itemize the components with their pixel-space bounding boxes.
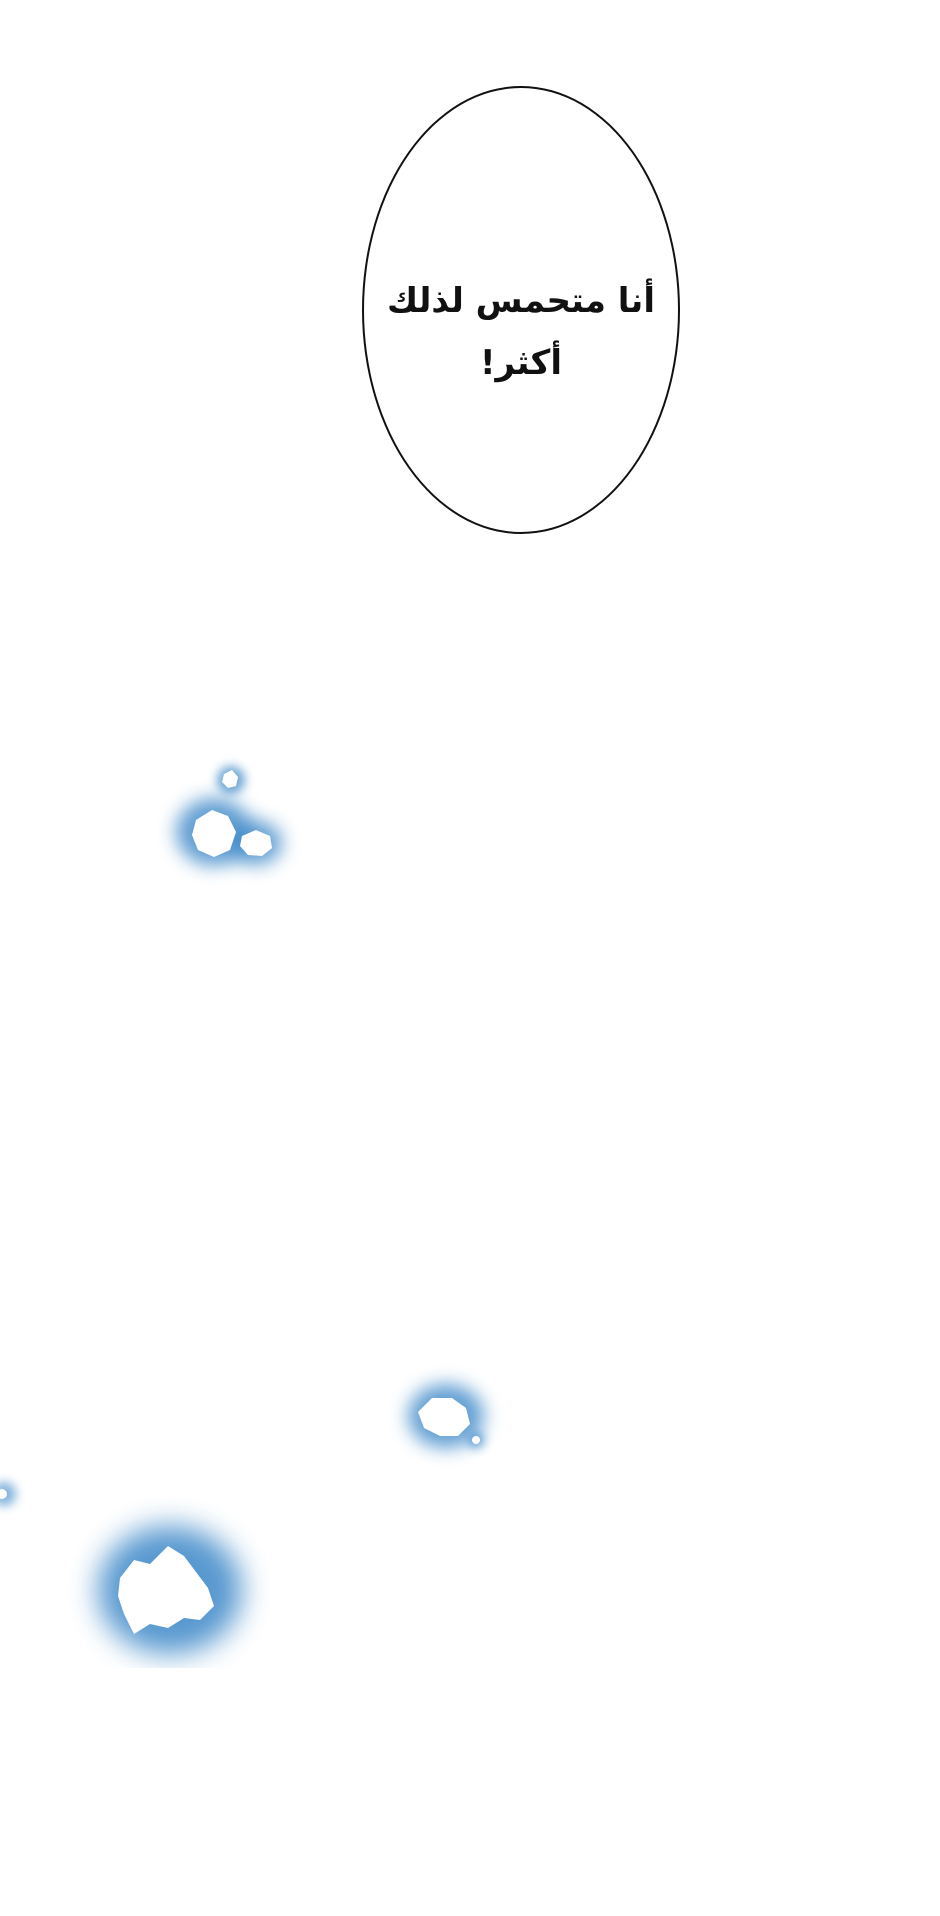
snowflake-cluster-3 (98, 1526, 242, 1654)
speech-line-2: أكثر! (480, 343, 562, 383)
speech-bubble-text: أنا متحمس لذلك أكثر! (380, 270, 662, 394)
snowflake-edge (0, 1482, 16, 1506)
speech-line-1: أنا متحمس لذلك (387, 281, 655, 321)
snowflake-cluster-2 (408, 1384, 484, 1448)
comic-panel: أنا متحمس لذلك أكثر! (0, 0, 940, 1916)
snowflake-cluster-1 (176, 766, 282, 866)
